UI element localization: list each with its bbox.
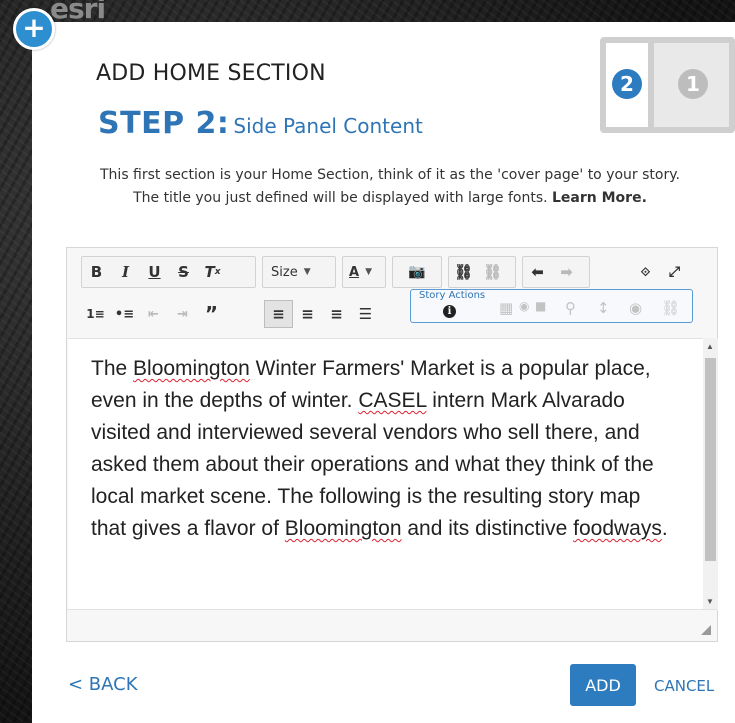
align-left-icon[interactable]: ≡ <box>264 300 293 328</box>
rich-text-editor: B I U S Tx Size ▼ A ▼ 📷 ⛓ ⛓ ⬅ ➡ ⟐ ⤢ 1≡ •… <box>66 247 718 642</box>
outdent-icon[interactable]: ⇤ <box>139 300 168 328</box>
step-2-badge: 2 <box>612 69 642 99</box>
spellcheck-word: CASEL <box>358 389 427 412</box>
content-paragraph: The Bloomington Winter Farmers' Market i… <box>91 353 681 545</box>
vertical-arrow-icon[interactable]: ↕ <box>597 299 610 317</box>
link-icon[interactable]: ⛓ <box>449 258 478 286</box>
scrollbar-thumb[interactable] <box>705 358 716 561</box>
list-indent-group: 1≡ •≡ ⇤ ⇥ ” <box>81 298 261 330</box>
font-size-label: Size <box>271 264 298 280</box>
step-1-badge: 1 <box>678 69 708 99</box>
text-color-icon: A <box>349 264 360 280</box>
link-group: ⛓ ⛓ <box>448 256 516 288</box>
camera-icon[interactable]: ◉ <box>519 299 529 313</box>
intro-line-2: The title you just defined will be displ… <box>60 187 720 210</box>
map-media-icon[interactable]: ▦ <box>499 299 513 317</box>
strikethrough-button[interactable]: S <box>169 258 198 286</box>
unlink-icon[interactable]: ⛓ <box>478 258 507 286</box>
align-justify-icon[interactable]: ☰ <box>351 300 380 328</box>
scroll-up-arrow-icon[interactable]: ▲ <box>706 342 714 351</box>
add-button[interactable]: ADD <box>570 664 636 706</box>
story-actions-group: Story Actions i ▦ ◉ ■ ⚲ ↕ ◉ ⛓ <box>410 289 693 323</box>
editor-content[interactable]: The Bloomington Winter Farmers' Market i… <box>68 338 703 610</box>
resize-grip-icon[interactable] <box>701 625 711 635</box>
spellcheck-word: foodways <box>573 517 662 540</box>
step-title: STEP 2: Side Panel Content <box>98 106 423 141</box>
remove-action-icon[interactable]: ⛓ <box>661 299 680 317</box>
intro-line-2-text: The title you just defined will be displ… <box>133 190 548 206</box>
underline-button[interactable]: U <box>140 258 169 286</box>
story-actions-label: Story Actions <box>419 290 486 301</box>
content-text: The <box>91 357 134 380</box>
align-center-icon[interactable]: ≡ <box>293 300 322 328</box>
camera-video-icon[interactable]: 📷 <box>393 258 441 286</box>
redo-icon[interactable]: ➡ <box>552 258 581 286</box>
history-group: ⬅ ➡ <box>522 256 590 288</box>
intro-text: This first section is your Home Section,… <box>60 164 720 210</box>
content-text: and its distinctive <box>401 517 574 540</box>
content-text: . <box>661 517 668 540</box>
editor-scrollbar[interactable]: ▲ ▼ <box>703 338 718 610</box>
indent-icon[interactable]: ⇥ <box>168 300 197 328</box>
layout-preview: 2 1 <box>600 37 735 133</box>
add-plus-icon[interactable]: + <box>13 8 55 50</box>
locate-icon[interactable]: ⚲ <box>565 299 576 317</box>
video-icon[interactable]: ■ <box>535 299 546 313</box>
esri-logo: esri <box>50 0 106 25</box>
cancel-button[interactable]: CANCEL <box>654 677 714 695</box>
bold-button[interactable]: B <box>82 258 111 286</box>
italic-button[interactable]: I <box>111 258 140 286</box>
bulleted-list-icon[interactable]: •≡ <box>110 300 139 328</box>
dialog-title: ADD HOME SECTION <box>96 61 326 86</box>
view-group: ⟐ ⤢ <box>631 256 701 288</box>
source-icon[interactable]: ⟐ <box>631 258 660 286</box>
step-name: Side Panel Content <box>233 114 423 138</box>
eye-icon[interactable]: ◉ <box>629 299 642 317</box>
blockquote-icon[interactable]: ” <box>197 300 226 328</box>
media-group: 📷 <box>392 256 442 288</box>
editor-statusbar <box>67 609 717 641</box>
undo-icon[interactable]: ⬅ <box>523 258 552 286</box>
scroll-down-arrow-icon[interactable]: ▼ <box>706 597 714 606</box>
numbered-list-icon[interactable]: 1≡ <box>81 300 110 328</box>
spellcheck-word: Bloomington <box>133 357 250 380</box>
back-button[interactable]: < BACK <box>68 674 138 695</box>
align-right-icon[interactable]: ≡ <box>322 300 351 328</box>
info-icon[interactable]: i <box>443 305 456 318</box>
step-label: STEP 2: <box>98 106 230 141</box>
maximize-icon[interactable]: ⤢ <box>660 258 689 286</box>
learn-more-link[interactable]: Learn More. <box>552 190 647 206</box>
alignment-group: ≡ ≡ ≡ ☰ <box>264 298 394 330</box>
text-style-group: B I U S Tx <box>81 256 256 288</box>
dropdown-caret-icon: ▼ <box>365 267 372 277</box>
spellcheck-word: Bloomington <box>284 517 402 540</box>
intro-line-1: This first section is your Home Section,… <box>100 167 680 183</box>
font-size-dropdown[interactable]: Size ▼ <box>262 256 336 288</box>
dropdown-caret-icon: ▼ <box>303 267 311 277</box>
text-color-dropdown[interactable]: A ▼ <box>342 256 386 288</box>
remove-format-icon[interactable]: Tx <box>198 258 227 286</box>
